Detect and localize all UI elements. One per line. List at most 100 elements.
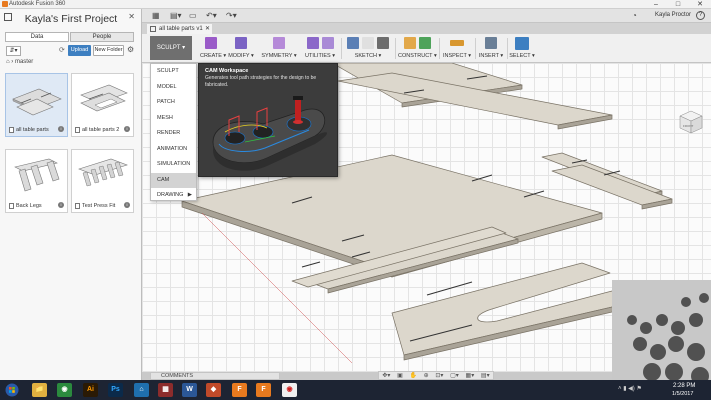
- ribbon-group-create[interactable]: CREATE ▾: [200, 36, 226, 62]
- cam-workspace-tooltip: CAM Workspace Generates tool path strate…: [198, 63, 338, 177]
- taskbar-app-5[interactable]: ▦: [158, 383, 173, 397]
- system-tray[interactable]: ˄ ▮ ◀) ⚑: [618, 385, 642, 392]
- comments-panel-toggle[interactable]: COMMENTS: [150, 372, 280, 380]
- rectangle-icon: [377, 37, 389, 49]
- redo-icon[interactable]: ↷▾: [226, 11, 237, 20]
- taskbar-app-explorer[interactable]: 📁: [32, 383, 47, 397]
- workspace-option-cam[interactable]: CAM: [151, 172, 196, 188]
- workspace-option-simulation[interactable]: SIMULATION: [151, 157, 196, 173]
- flag-icon[interactable]: ⚑: [636, 386, 641, 392]
- document-icon: [75, 203, 80, 209]
- document-tab[interactable]: all table parts v1 ✕: [147, 24, 212, 34]
- gear-icon[interactable]: ⚙: [127, 45, 134, 54]
- ribbon-separator: [439, 38, 440, 59]
- construct-plane-icon: [403, 37, 416, 49]
- zoom-icon[interactable]: ⊕: [424, 372, 429, 379]
- grid-icon[interactable]: ▦: [152, 11, 160, 20]
- network-icon[interactable]: ▮: [623, 386, 626, 392]
- home-icon[interactable]: ⌂: [6, 59, 10, 65]
- workspace-dropdown-menu: SCULPT MODEL PATCH MESH RENDER ANIMATION…: [150, 63, 197, 201]
- ribbon-separator: [507, 38, 508, 59]
- volume-icon[interactable]: ◀): [628, 386, 635, 392]
- data-panel: Kayla's First Project ✕ Data People ⇵▾ ⟳…: [0, 9, 142, 380]
- info-icon[interactable]: i: [124, 126, 130, 132]
- pan-icon[interactable]: ✋: [409, 372, 416, 379]
- workspace-option-model[interactable]: MODEL: [151, 80, 196, 96]
- grid-settings-icon[interactable]: ▦▾: [466, 372, 475, 379]
- tab-people[interactable]: People: [70, 32, 134, 42]
- ribbon-group-utilities[interactable]: UTILITIES ▾: [302, 36, 338, 62]
- ribbon-group-symmetry[interactable]: SYMMETRY ▾: [260, 36, 298, 62]
- ribbon-group-inspect[interactable]: INSPECT ▾: [442, 36, 472, 62]
- ribbon-group-select[interactable]: SELECT ▾: [509, 36, 535, 62]
- breadcrumb[interactable]: ⌂ › master: [6, 59, 33, 65]
- undo-icon[interactable]: ↶▾: [206, 11, 217, 20]
- ribbon-group-label: SELECT ▾: [509, 53, 535, 59]
- taskbar-app-chrome[interactable]: ◉: [57, 383, 72, 397]
- workspace-switcher-button[interactable]: SCULPT ▾: [150, 36, 192, 60]
- viewport-settings-icon[interactable]: ▤▾: [481, 372, 490, 379]
- ribbon-group-sketch[interactable]: SKETCH ▾: [344, 36, 392, 62]
- taskbar-app-illustrator[interactable]: Ai: [83, 383, 98, 397]
- view-cube[interactable]: FRONT: [678, 109, 704, 135]
- info-icon[interactable]: i: [58, 126, 64, 132]
- upload-button[interactable]: Upload: [68, 45, 91, 56]
- help-icon[interactable]: ?: [696, 11, 705, 20]
- new-folder-button[interactable]: New Folder: [93, 45, 124, 56]
- file-card-all-table-parts-2[interactable]: all table parts 2 i: [71, 73, 134, 137]
- tooltip-description: Generates tool path strategies for the d…: [205, 75, 317, 88]
- user-account-menu[interactable]: Kayla Proctor: [655, 12, 691, 18]
- insert-image-icon: [485, 37, 497, 49]
- workspace-option-patch[interactable]: PATCH: [151, 95, 196, 111]
- navigation-bar: ✥▾ ▣ ✋ ⊕ ⊡▾ ▢▾ ▦▾ ▤▾: [378, 371, 494, 380]
- taskbar-app-photoshop[interactable]: Ps: [108, 383, 123, 397]
- close-tab-icon[interactable]: ✕: [205, 24, 210, 34]
- info-icon[interactable]: i: [58, 202, 64, 208]
- close-window-button[interactable]: ✕: [689, 0, 711, 9]
- ribbon-group-label: INSPECT ▾: [442, 53, 472, 59]
- workspace-option-mesh[interactable]: MESH: [151, 111, 196, 127]
- taskbar-app-10[interactable]: ◉: [282, 383, 297, 397]
- tab-data[interactable]: Data: [5, 32, 69, 42]
- info-icon[interactable]: i: [124, 202, 130, 208]
- document-icon: [9, 127, 14, 133]
- refresh-icon[interactable]: ⟳: [59, 46, 65, 54]
- windows-start-icon[interactable]: [4, 383, 20, 397]
- clock-date[interactable]: 1/5/2017: [672, 391, 693, 397]
- tooltip-title: CAM Workspace: [205, 68, 249, 74]
- ribbon-group-label: INSERT ▾: [478, 53, 504, 59]
- ribbon-group-insert[interactable]: INSERT ▾: [478, 36, 504, 62]
- close-icon[interactable]: ✕: [128, 12, 135, 21]
- chevron-up-icon[interactable]: ˄: [618, 386, 622, 392]
- view-cube-face-label: FRONT: [683, 124, 693, 128]
- save-icon[interactable]: ▭: [189, 11, 197, 20]
- file-card-all-table-parts[interactable]: all table parts i: [5, 73, 68, 137]
- workspace-option-render[interactable]: RENDER: [151, 126, 196, 142]
- breadcrumb-folder[interactable]: master: [15, 59, 33, 65]
- taskbar-app-7[interactable]: ◆: [206, 383, 221, 397]
- file-card-back-legs[interactable]: Back Legs i: [5, 149, 68, 213]
- desktop-wallpaper: [612, 280, 711, 380]
- workspace-option-sculpt[interactable]: SCULPT: [151, 64, 196, 80]
- clock-time[interactable]: 2:28 PM: [673, 383, 695, 389]
- minimize-button[interactable]: –: [645, 0, 667, 9]
- notification-icon[interactable]: ◔: [632, 11, 637, 20]
- ribbon-group-construct[interactable]: CONSTRUCT ▾: [398, 36, 437, 62]
- maximize-button[interactable]: □: [667, 0, 689, 9]
- filter-dropdown[interactable]: ⇵▾: [6, 46, 21, 56]
- file-name: Test Press Fit: [82, 203, 116, 209]
- file-card-test-press-fit[interactable]: Test Press Fit i: [71, 149, 134, 213]
- taskbar-app-fusion-360-2[interactable]: F: [256, 383, 271, 397]
- ribbon-group-modify[interactable]: MODIFY ▾: [226, 36, 256, 62]
- file-menu-icon[interactable]: ▤▾: [170, 11, 182, 20]
- fusion-app-icon: [2, 1, 8, 7]
- taskbar-app-word[interactable]: W: [182, 383, 197, 397]
- file-name: all table parts 2: [82, 127, 120, 133]
- fit-icon[interactable]: ⊡▾: [435, 372, 443, 379]
- look-at-icon[interactable]: ▣: [397, 372, 403, 379]
- orbit-icon[interactable]: ✥▾: [382, 372, 390, 379]
- workspace-option-drawing[interactable]: DRAWING ▶: [151, 188, 196, 204]
- display-settings-icon[interactable]: ▢▾: [450, 372, 459, 379]
- taskbar-app-4[interactable]: ⌂: [134, 383, 149, 397]
- workspace-option-animation[interactable]: ANIMATION: [151, 142, 196, 158]
